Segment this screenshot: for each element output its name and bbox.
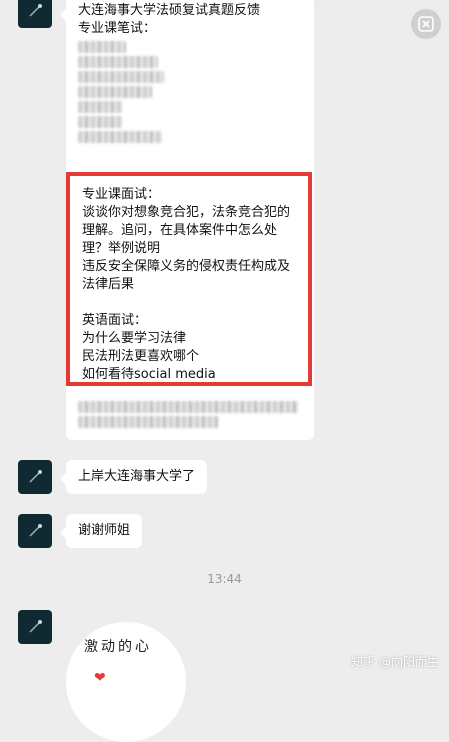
message-bubble[interactable]: 上岸大连海事大学了 [60, 460, 208, 494]
hl-line: 如何看待social media [82, 367, 216, 382]
avatar[interactable] [18, 610, 52, 644]
message-text: 上岸大连海事大学了 [78, 469, 196, 484]
highlighted-interview-questions: 专业课面试： 谈谈你对想象竞合犯，法条竞合犯的 理解。追问，在具体案件中怎么处 … [66, 172, 312, 386]
hl-line: 英语面试： [82, 313, 148, 328]
avatar[interactable] [18, 0, 52, 28]
blurred-footer [78, 398, 298, 431]
blurred-content [78, 41, 168, 143]
hl-line: 谈谈你对想象竞合犯，法条竞合犯的 [82, 205, 291, 220]
message-bubble[interactable]: 谢谢师姐 [60, 514, 143, 548]
hl-line: 理解。追问，在具体案件中怎么处 [82, 223, 278, 238]
avatar[interactable] [18, 514, 52, 548]
timestamp: 13:44 [207, 572, 242, 586]
watermark: 知乎 @向阳而生 [351, 655, 439, 669]
heart-icon: ❤ [94, 670, 106, 686]
hl-line: 理？举例说明 [82, 241, 161, 256]
close-icon [418, 16, 434, 32]
hl-line: 法律后果 [82, 277, 135, 292]
close-button[interactable] [411, 9, 441, 39]
hl-line: 为什么要学习法律 [82, 331, 187, 346]
avatar[interactable] [18, 460, 52, 494]
message-text: 谢谢师姐 [78, 523, 131, 538]
hl-line: 民法刑法更喜欢哪个 [82, 349, 200, 364]
hl-line-blank [82, 294, 290, 312]
message-subtitle: 专业课笔试： [78, 21, 157, 36]
sticker-text: 激动的心 [84, 639, 152, 655]
hl-line: 专业课面试： [82, 187, 161, 202]
hl-line: 违反安全保障义务的侵权责任构成及 [82, 259, 291, 274]
message-title: 大连海事大学法硕复试真题反馈 [78, 3, 261, 18]
